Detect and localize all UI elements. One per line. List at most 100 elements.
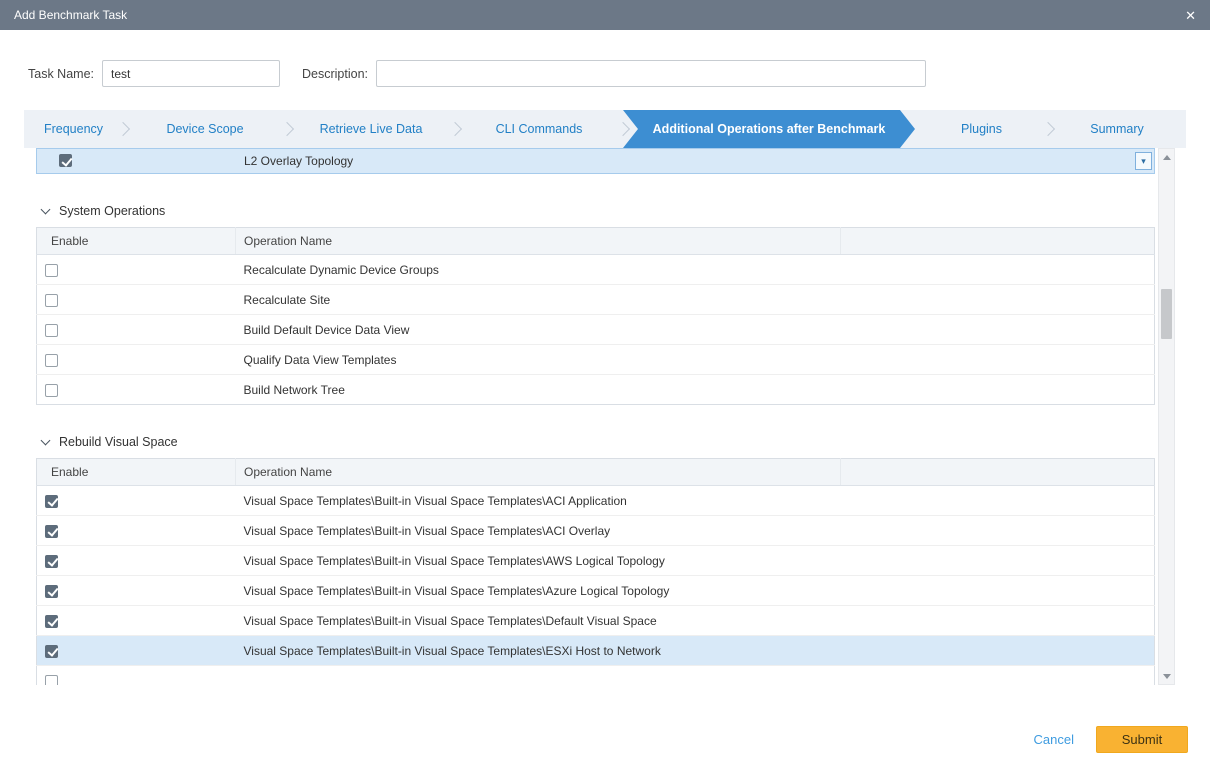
task-name-label: Task Name: xyxy=(28,67,94,81)
tab-cli-commands[interactable]: CLI Commands xyxy=(455,110,623,148)
operation-name-cell: Visual Space Templates\Built-in Visual S… xyxy=(236,546,841,576)
row-checkbox[interactable] xyxy=(45,324,58,337)
scroll-viewport: L2 Overlay Topology ▾ System Operations E… xyxy=(36,148,1155,685)
table-row[interactable]: Build Network Tree xyxy=(37,375,1155,405)
operations-table: EnableOperation NameRecalculate Dynamic … xyxy=(36,227,1155,405)
section-header-rebuild-visual-space[interactable]: Rebuild Visual Space xyxy=(42,435,1155,449)
tab-summary[interactable]: Summary xyxy=(1048,110,1186,148)
section-header-system-operations[interactable]: System Operations xyxy=(42,204,1155,218)
table-row[interactable]: Recalculate Dynamic Device Groups xyxy=(37,255,1155,285)
operation-name-cell: Visual Space Templates\Built-in Visual S… xyxy=(236,486,841,516)
blank-cell xyxy=(841,546,1155,576)
l2-overlay-topology-row[interactable]: L2 Overlay Topology ▾ xyxy=(36,148,1155,174)
blank-cell xyxy=(841,345,1155,375)
blank-cell xyxy=(841,606,1155,636)
dialog-titlebar: Add Benchmark Task ✕ xyxy=(0,0,1210,30)
operation-name-cell: Recalculate Dynamic Device Groups xyxy=(236,255,841,285)
table-header-row: EnableOperation Name xyxy=(37,459,1155,486)
scroll-up-button[interactable] xyxy=(1159,149,1174,165)
operation-name-cell: Visual Space Templates\Built-in Visual S… xyxy=(236,606,841,636)
table-row[interactable]: Visual Space Templates\Built-in Visual S… xyxy=(37,516,1155,546)
close-icon[interactable]: ✕ xyxy=(1185,9,1196,22)
enable-cell xyxy=(37,666,236,686)
row-checkbox[interactable] xyxy=(45,555,58,568)
blank-cell xyxy=(841,315,1155,345)
vertical-scrollbar[interactable] xyxy=(1158,148,1175,685)
tab-frequency[interactable]: Frequency xyxy=(24,110,123,148)
tab-retrieve-live-data[interactable]: Retrieve Live Data xyxy=(287,110,455,148)
enable-cell xyxy=(37,285,236,315)
enable-cell xyxy=(37,345,236,375)
row-checkbox[interactable] xyxy=(45,585,58,598)
wizard-tabbar: FrequencyDevice ScopeRetrieve Live DataC… xyxy=(24,110,1186,148)
operation-name-cell: Build Network Tree xyxy=(236,375,841,405)
row-checkbox[interactable] xyxy=(45,645,58,658)
row-checkbox[interactable] xyxy=(45,384,58,397)
table-row[interactable]: Visual Space Templates\Built-in Visual S… xyxy=(37,606,1155,636)
row-checkbox[interactable] xyxy=(45,615,58,628)
row-checkbox[interactable] xyxy=(45,525,58,538)
blank-cell xyxy=(841,285,1155,315)
blank-cell xyxy=(841,666,1155,686)
dialog-title: Add Benchmark Task xyxy=(14,8,127,22)
section-title: System Operations xyxy=(59,204,165,218)
add-benchmark-task-dialog: Add Benchmark Task ✕ Task Name: Descript… xyxy=(0,0,1210,685)
sections: System OperationsEnableOperation NameRec… xyxy=(36,204,1155,685)
task-form: Task Name: Description: xyxy=(0,30,1210,110)
tab-additional-operations-after-benchmark[interactable]: Additional Operations after Benchmark xyxy=(623,110,915,148)
chevron-down-icon xyxy=(41,436,51,446)
operation-name-cell: Build Default Device Data View xyxy=(236,315,841,345)
row-checkbox[interactable] xyxy=(45,675,58,685)
table-row[interactable]: Build Default Device Data View xyxy=(37,315,1155,345)
table-row[interactable] xyxy=(37,666,1155,686)
submit-button[interactable]: Submit xyxy=(1096,726,1188,753)
operation-name: L2 Overlay Topology xyxy=(244,154,353,168)
description-label: Description: xyxy=(302,67,368,81)
row-checkbox[interactable] xyxy=(45,294,58,307)
tab-plugins[interactable]: Plugins xyxy=(915,110,1048,148)
blank-cell xyxy=(841,636,1155,666)
row-checkbox[interactable] xyxy=(45,495,58,508)
blank-cell xyxy=(841,375,1155,405)
table-row[interactable]: Recalculate Site xyxy=(37,285,1155,315)
table-row[interactable]: Visual Space Templates\Built-in Visual S… xyxy=(37,486,1155,516)
scroll-down-button[interactable] xyxy=(1159,668,1174,684)
enable-cell xyxy=(37,315,236,345)
operation-name-cell: Visual Space Templates\Built-in Visual S… xyxy=(236,636,841,666)
section-title: Rebuild Visual Space xyxy=(59,435,178,449)
tab-device-scope[interactable]: Device Scope xyxy=(123,110,287,148)
row-checkbox[interactable] xyxy=(59,154,72,167)
arrow-up-icon xyxy=(1163,155,1171,160)
table-row[interactable]: Visual Space Templates\Built-in Visual S… xyxy=(37,636,1155,666)
dropdown-button[interactable]: ▾ xyxy=(1135,152,1152,170)
blank-cell xyxy=(841,516,1155,546)
operations-table: EnableOperation NameVisual Space Templat… xyxy=(36,458,1155,685)
cancel-button[interactable]: Cancel xyxy=(1034,732,1074,747)
operation-name-cell: Qualify Data View Templates xyxy=(236,345,841,375)
chevron-down-icon: ▾ xyxy=(1141,157,1146,166)
blank-cell xyxy=(841,486,1155,516)
content-area: L2 Overlay Topology ▾ System Operations E… xyxy=(24,148,1186,685)
enable-cell xyxy=(37,255,236,285)
column-header-blank xyxy=(841,228,1155,255)
table-row[interactable]: Visual Space Templates\Built-in Visual S… xyxy=(37,576,1155,606)
enable-cell xyxy=(37,516,236,546)
dialog-footer: Cancel Submit xyxy=(1034,726,1188,753)
table-row[interactable]: Visual Space Templates\Built-in Visual S… xyxy=(37,546,1155,576)
row-checkbox[interactable] xyxy=(45,354,58,367)
table-row[interactable]: Qualify Data View Templates xyxy=(37,345,1155,375)
column-header-blank xyxy=(841,459,1155,486)
row-checkbox[interactable] xyxy=(45,264,58,277)
column-header-enable: Enable xyxy=(37,459,236,486)
blank-cell xyxy=(841,255,1155,285)
description-input[interactable] xyxy=(376,60,926,87)
scrollbar-thumb[interactable] xyxy=(1161,289,1172,339)
enable-cell xyxy=(37,375,236,405)
operation-name-cell: Recalculate Site xyxy=(236,285,841,315)
chevron-down-icon xyxy=(41,205,51,215)
operation-name-cell: Visual Space Templates\Built-in Visual S… xyxy=(236,516,841,546)
column-header-enable: Enable xyxy=(37,228,236,255)
arrow-down-icon xyxy=(1163,674,1171,679)
enable-cell xyxy=(37,606,236,636)
task-name-input[interactable] xyxy=(102,60,280,87)
